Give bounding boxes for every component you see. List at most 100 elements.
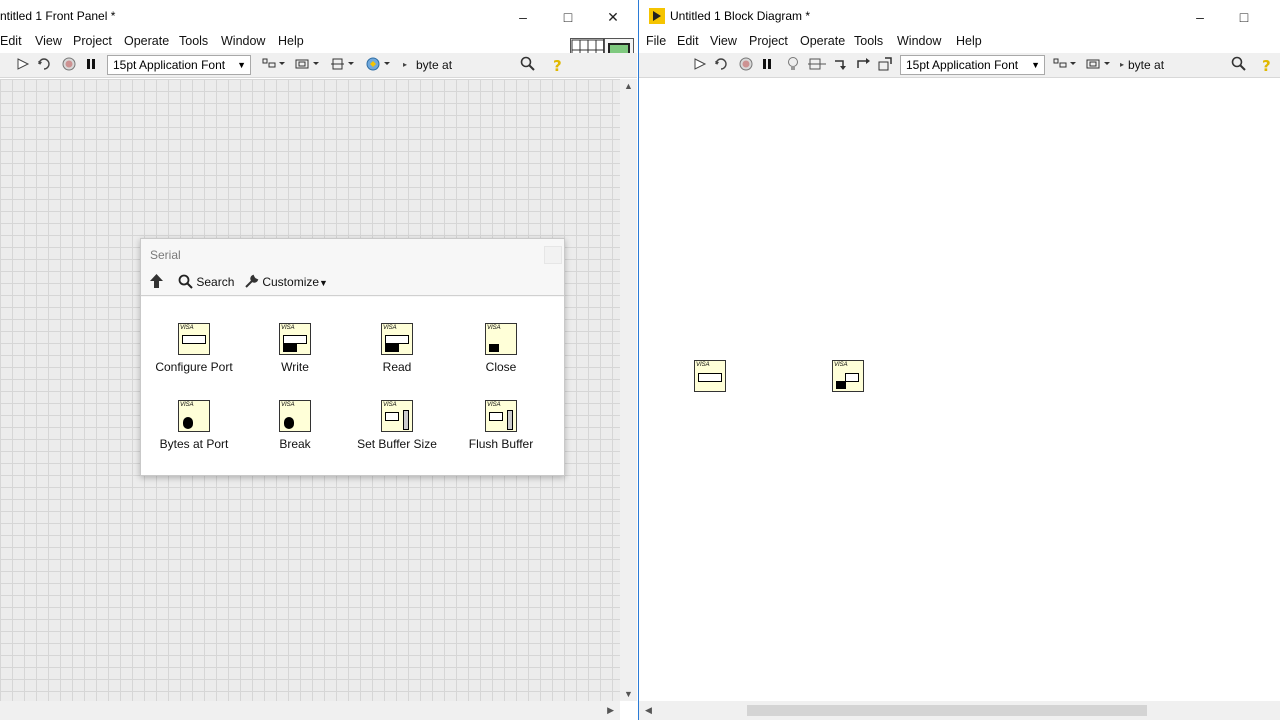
block-diagram-canvas[interactable]: VISA VISA bbox=[639, 79, 1280, 701]
palette-item-bytes-at-port[interactable]: VISA Bytes at Port bbox=[144, 400, 244, 451]
help-icon[interactable]: ? bbox=[1258, 56, 1276, 75]
font-select[interactable]: 15pt Application Font ▼ bbox=[107, 55, 251, 75]
palette-item-close[interactable]: VISA Close bbox=[451, 323, 551, 374]
scroll-left-icon[interactable]: ◀ bbox=[645, 705, 652, 716]
palette-item-write[interactable]: VISA Write bbox=[245, 323, 345, 374]
scroll-up-icon[interactable]: ▲ bbox=[624, 81, 633, 91]
help-icon[interactable]: ? bbox=[549, 56, 567, 75]
scroll-right-icon[interactable]: ▶ bbox=[607, 705, 614, 716]
palette-item-read[interactable]: VISA Read bbox=[347, 323, 447, 374]
menu-file[interactable]: File bbox=[646, 34, 666, 48]
palette-item-label: Break bbox=[279, 437, 311, 451]
search-input[interactable]: byte at bbox=[1128, 56, 1228, 75]
distribute-objects-icon[interactable] bbox=[1086, 56, 1112, 74]
menu-view[interactable]: View bbox=[710, 34, 737, 48]
search-icon[interactable] bbox=[519, 56, 537, 74]
chevron-down-icon: ▼ bbox=[237, 60, 246, 70]
menu-window[interactable]: Window bbox=[897, 34, 941, 48]
menu-operate[interactable]: Operate bbox=[124, 34, 169, 48]
highlight-execution-icon[interactable] bbox=[784, 56, 802, 74]
menu-edit[interactable]: Edit bbox=[677, 34, 699, 48]
step-into-icon[interactable] bbox=[833, 56, 851, 74]
menu-help[interactable]: Help bbox=[956, 34, 982, 48]
run-continuously-icon[interactable] bbox=[35, 56, 53, 74]
palette-search-button[interactable]: Search bbox=[178, 274, 234, 289]
menu-view[interactable]: View bbox=[35, 34, 62, 48]
minimize-button[interactable]: – bbox=[508, 6, 538, 28]
vertical-scrollbar[interactable]: ▲ ▼ bbox=[620, 79, 637, 701]
palette-item-label: Read bbox=[382, 360, 412, 374]
palette-item-break[interactable]: VISA Break bbox=[245, 400, 345, 451]
palette-close-button[interactable] bbox=[544, 246, 562, 264]
palette-item-label: Flush Buffer bbox=[468, 437, 534, 451]
abort-icon[interactable] bbox=[737, 56, 755, 74]
palette-title: Serial bbox=[150, 248, 181, 262]
icon-header-text: VISA bbox=[383, 325, 397, 331]
icon-header-text: VISA bbox=[281, 402, 295, 408]
align-objects-icon[interactable] bbox=[1053, 56, 1077, 74]
visa-flush-buffer-icon: VISA bbox=[485, 400, 517, 432]
palette-item-label: Configure Port bbox=[155, 360, 233, 374]
maximize-button[interactable]: □ bbox=[1229, 6, 1259, 28]
up-arrow-icon[interactable] bbox=[149, 273, 164, 292]
horizontal-scrollbar[interactable]: ◀ bbox=[639, 701, 1280, 720]
search-icon[interactable] bbox=[1230, 56, 1248, 74]
palette-item-label: Bytes at Port bbox=[159, 437, 229, 451]
menu-window[interactable]: Window bbox=[221, 34, 265, 48]
icon-header-text: VISA bbox=[487, 402, 501, 408]
font-select-value: 15pt Application Font bbox=[906, 58, 1019, 72]
search-expand-icon[interactable]: ▸ bbox=[400, 56, 410, 74]
palette-toolbar: Search Customize▼ bbox=[141, 269, 564, 296]
close-button[interactable]: ✕ bbox=[598, 6, 628, 28]
block-diagram-window: Untitled 1 Block Diagram * – □ File Edit… bbox=[638, 0, 1280, 720]
palette-customize-button[interactable]: Customize▼ bbox=[244, 274, 328, 289]
maximize-button[interactable]: □ bbox=[553, 6, 583, 28]
palette-items: VISA Configure Port VISA Write VISA Read… bbox=[141, 297, 564, 475]
pause-icon[interactable] bbox=[758, 56, 776, 74]
icon-header-text: VISA bbox=[281, 325, 295, 331]
palette-item-configure-port[interactable]: VISA Configure Port bbox=[144, 323, 244, 374]
step-over-icon[interactable] bbox=[855, 56, 873, 74]
search-expand-icon[interactable]: ▸ bbox=[1117, 56, 1127, 74]
run-continuously-icon[interactable] bbox=[712, 56, 730, 74]
serial-palette: Serial Search Customize▼ VISA Configure … bbox=[140, 238, 565, 476]
retain-wire-values-icon[interactable] bbox=[808, 56, 826, 74]
palette-item-label: Close bbox=[485, 360, 517, 374]
run-arrow-icon[interactable] bbox=[691, 56, 709, 74]
resize-objects-icon[interactable] bbox=[330, 56, 356, 74]
distribute-objects-icon[interactable] bbox=[295, 56, 321, 74]
menu-project[interactable]: Project bbox=[73, 34, 112, 48]
menu-project[interactable]: Project bbox=[749, 34, 788, 48]
palette-item-label: Write bbox=[281, 360, 309, 374]
scroll-thumb[interactable] bbox=[747, 705, 1147, 716]
svg-text:?: ? bbox=[553, 57, 562, 74]
visa-write-node[interactable]: VISA bbox=[832, 360, 864, 392]
align-objects-icon[interactable] bbox=[262, 56, 286, 74]
search-input[interactable]: byte at bbox=[416, 56, 516, 75]
front-panel-menubar: Edit View Project Operate Tools Window H… bbox=[0, 32, 637, 52]
visa-buffer-size-icon: VISA bbox=[381, 400, 413, 432]
run-arrow-icon[interactable] bbox=[14, 56, 32, 74]
minimize-button[interactable]: – bbox=[1185, 6, 1215, 28]
abort-icon[interactable] bbox=[60, 56, 78, 74]
block-diagram-menubar: File Edit View Project Operate Tools Win… bbox=[639, 32, 1280, 52]
chevron-down-icon: ▼ bbox=[1031, 60, 1040, 70]
visa-serial-config-icon: VISA bbox=[178, 323, 210, 355]
step-out-icon[interactable] bbox=[877, 56, 895, 74]
menu-help[interactable]: Help bbox=[278, 34, 304, 48]
horizontal-scrollbar[interactable]: ▶ bbox=[0, 701, 620, 720]
pause-icon[interactable] bbox=[82, 56, 100, 74]
menu-tools[interactable]: Tools bbox=[179, 34, 208, 48]
visa-bytes-at-port-icon: VISA bbox=[178, 400, 210, 432]
palette-item-flush-buffer[interactable]: VISA Flush Buffer bbox=[451, 400, 551, 451]
menu-edit[interactable]: Edit bbox=[0, 34, 22, 48]
scroll-down-icon[interactable]: ▼ bbox=[624, 689, 633, 699]
font-select[interactable]: 15pt Application Font ▼ bbox=[900, 55, 1045, 75]
menu-operate[interactable]: Operate bbox=[800, 34, 845, 48]
palette-customize-label: Customize bbox=[262, 275, 320, 289]
menu-tools[interactable]: Tools bbox=[854, 34, 883, 48]
palette-item-set-buffer-size[interactable]: VISA Set Buffer Size bbox=[347, 400, 447, 451]
visa-configure-serial-port-node[interactable]: VISA bbox=[694, 360, 726, 392]
reorder-icon[interactable] bbox=[365, 56, 393, 74]
search-icon bbox=[178, 274, 193, 289]
